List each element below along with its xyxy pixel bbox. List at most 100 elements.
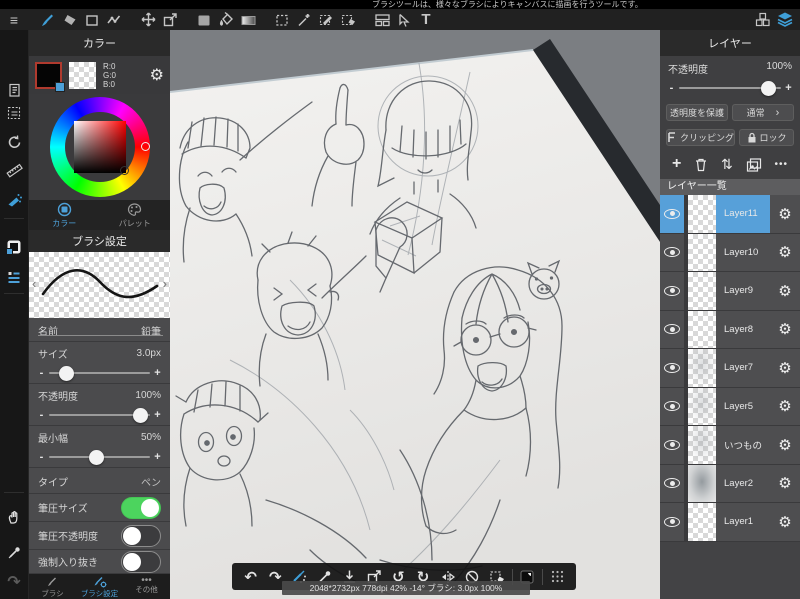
layer-opacity-minus[interactable]: - (668, 82, 675, 94)
layer-row[interactable]: Layer9 ⚙ (660, 272, 800, 311)
layer-settings-gear-icon[interactable]: ⚙ (770, 426, 800, 464)
lock-button[interactable]: ロック (739, 129, 794, 146)
redo-icon[interactable]: ↷ (3, 571, 25, 593)
layers-panel-icon[interactable] (774, 10, 796, 30)
opacity-minus[interactable]: - (38, 409, 45, 421)
brush-tool-icon[interactable] (37, 10, 59, 30)
scatter-brush-icon[interactable] (103, 10, 125, 30)
layer-settings-gear-icon[interactable]: ⚙ (770, 234, 800, 272)
size-track[interactable] (49, 365, 150, 381)
layer-opacity-slider[interactable]: - + (668, 76, 792, 100)
layer-settings-gear-icon[interactable]: ⚙ (770, 272, 800, 310)
saturation-marker[interactable] (120, 166, 129, 175)
protect-alpha-button[interactable]: 透明度を保護 (666, 104, 728, 121)
select-pen-icon[interactable] (315, 10, 337, 30)
hue-marker[interactable] (141, 142, 150, 151)
color-settings-gear-icon[interactable]: ⚙ (150, 65, 164, 85)
fill-rect-icon[interactable] (193, 10, 215, 30)
add-layer-icon[interactable]: + (672, 155, 681, 173)
operate-tool-icon[interactable] (393, 10, 415, 30)
layer-opacity-track[interactable] (679, 80, 781, 96)
grid-button[interactable] (547, 566, 567, 588)
opacity-track[interactable] (49, 407, 150, 423)
gradient-tool-icon[interactable] (237, 10, 259, 30)
layer-row[interactable]: Layer7 ⚙ (660, 349, 800, 388)
text-tool-icon[interactable]: T (415, 10, 437, 30)
pressure-size-toggle[interactable] (121, 496, 161, 519)
divide-frame-icon[interactable] (371, 10, 393, 30)
hand-tool-icon[interactable] (3, 506, 25, 528)
bucket-tool-icon[interactable] (215, 10, 237, 30)
duplicate-layer-icon[interactable] (746, 157, 762, 172)
brush-list-icon[interactable] (3, 266, 25, 288)
layer-settings-gear-icon[interactable]: ⚙ (770, 195, 800, 233)
tab-palette[interactable]: パレット (100, 200, 171, 230)
layer-visibility-toggle[interactable] (660, 233, 688, 271)
reorder-layer-icon[interactable]: ⇅ (721, 156, 733, 173)
layer-visibility-toggle[interactable] (660, 387, 688, 425)
layer-row[interactable]: Layer2 ⚙ (660, 464, 800, 503)
foreground-color-swatch[interactable] (35, 61, 65, 92)
material-icon[interactable] (752, 10, 774, 30)
blend-mode-button[interactable]: 通常 › (732, 104, 794, 121)
undo-button[interactable]: ↶ (241, 566, 261, 588)
opacity-handle[interactable] (132, 407, 148, 423)
layer-row[interactable]: Layer10 ⚙ (660, 233, 800, 272)
size-slider[interactable]: - + (38, 364, 161, 382)
layer-settings-gear-icon[interactable]: ⚙ (770, 311, 800, 349)
layer-visibility-toggle[interactable] (660, 310, 688, 348)
layer-visibility-toggle[interactable] (660, 464, 688, 502)
transparent-color-swatch[interactable] (69, 61, 96, 89)
minwidth-track[interactable] (49, 449, 150, 465)
move-tool-icon[interactable] (137, 10, 159, 30)
brush-preview[interactable]: ‹ › (29, 252, 170, 318)
size-minus[interactable]: - (38, 367, 45, 379)
minwidth-slider[interactable]: - + (38, 448, 161, 466)
layer-row[interactable]: Layer5 ⚙ (660, 387, 800, 426)
select-layer-icon[interactable] (3, 102, 25, 124)
layer-visibility-toggle[interactable] (660, 503, 688, 541)
delete-layer-icon[interactable] (694, 157, 708, 172)
layer-visibility-toggle[interactable] (660, 426, 688, 464)
magic-wand-icon[interactable] (293, 10, 315, 30)
canvas-artwork[interactable] (170, 30, 660, 599)
layer-visibility-toggle[interactable] (660, 195, 688, 233)
layer-visibility-toggle[interactable] (660, 349, 688, 387)
tab-other[interactable]: ••• その他 (123, 574, 170, 599)
airbrush-icon[interactable] (3, 189, 25, 211)
layer-opacity-handle[interactable] (760, 80, 776, 96)
size-plus[interactable]: + (154, 367, 161, 379)
tab-brush[interactable]: ブラシ (29, 574, 76, 599)
layer-settings-gear-icon[interactable]: ⚙ (770, 503, 800, 541)
menu-icon[interactable]: ≡ (3, 10, 25, 30)
eraser-tool-icon[interactable] (59, 10, 81, 30)
color-chooser-icon[interactable] (3, 236, 25, 258)
clipping-button[interactable]: クリッピング (666, 129, 736, 146)
layer-settings-gear-icon[interactable]: ⚙ (770, 349, 800, 387)
more-layer-actions-icon[interactable]: ••• (774, 159, 788, 170)
layer-row[interactable]: Layer8 ⚙ (660, 310, 800, 349)
select-eraser-icon[interactable] (337, 10, 359, 30)
next-brush-arrow[interactable]: › (163, 276, 167, 291)
layer-row[interactable]: Layer11 ⚙ (660, 195, 800, 234)
brush-type-row[interactable]: タイプ ペン (29, 468, 170, 494)
transform-tool-icon[interactable] (159, 10, 181, 30)
eyedropper-icon[interactable] (3, 541, 25, 563)
minwidth-minus[interactable]: - (38, 451, 45, 463)
rotate-canvas-icon[interactable] (3, 131, 25, 153)
pages-icon[interactable] (3, 79, 25, 101)
layer-opacity-plus[interactable]: + (785, 82, 792, 94)
opacity-plus[interactable]: + (154, 409, 161, 421)
prev-brush-arrow[interactable]: ‹ (32, 276, 36, 291)
layer-row[interactable]: いつもの ⚙ (660, 426, 800, 465)
layer-settings-gear-icon[interactable]: ⚙ (770, 465, 800, 503)
layer-visibility-toggle[interactable] (660, 272, 688, 310)
opacity-slider[interactable]: - + (38, 406, 161, 424)
minwidth-handle[interactable] (89, 449, 105, 465)
tab-color[interactable]: カラー (29, 200, 100, 230)
forced-taper-toggle[interactable] (121, 550, 161, 573)
saturation-square[interactable] (74, 121, 126, 173)
layer-row[interactable]: Layer1 ⚙ (660, 503, 800, 542)
tab-brush-settings[interactable]: ブラシ設定 (76, 574, 123, 599)
ruler-icon[interactable] (3, 159, 25, 181)
